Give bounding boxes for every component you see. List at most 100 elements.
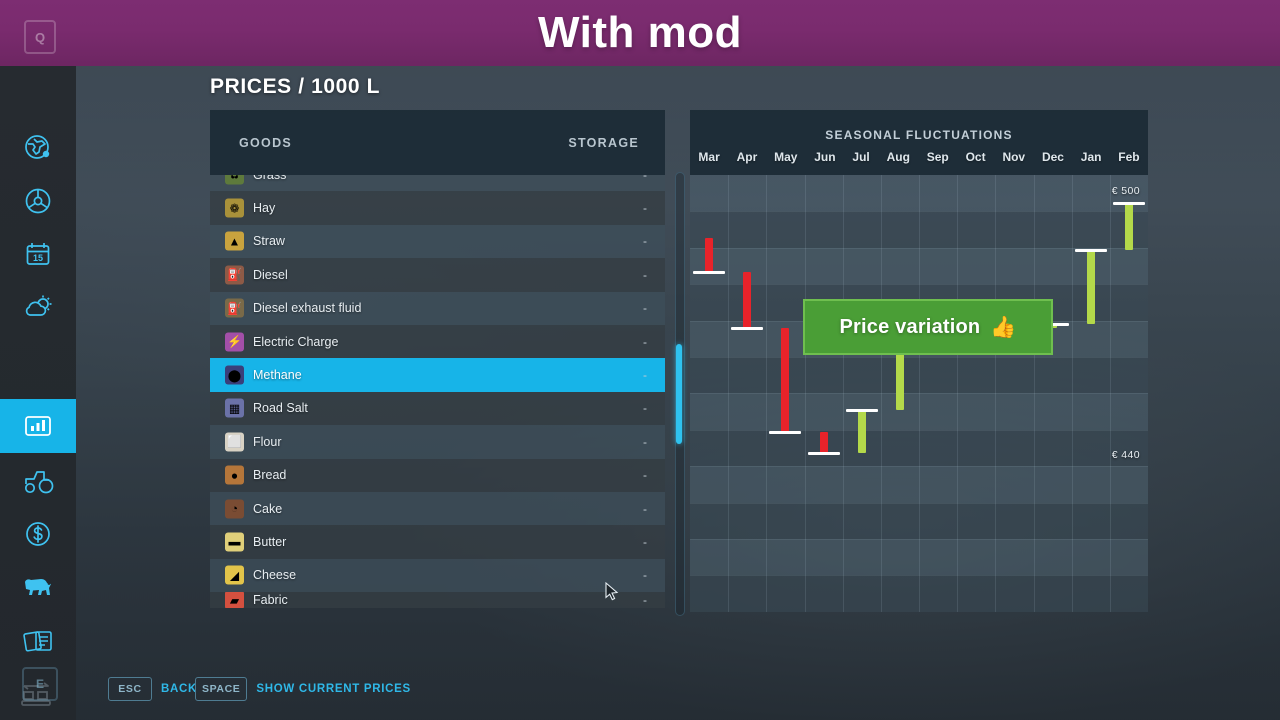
goods-item-icon: ▬ — [225, 532, 244, 552]
chart-title: SEASONAL FLUCTUATIONS — [825, 128, 1013, 142]
goods-item-icon: ⛽ — [225, 265, 244, 285]
sidebar-item-animals[interactable] — [0, 560, 76, 614]
goods-item-storage: - — [643, 334, 647, 349]
goods-item-label: Electric Charge — [253, 334, 339, 349]
chart-panel: SEASONAL FLUCTUATIONS Mar Apr May Jun Jul Aug… — [690, 110, 1148, 612]
goods-item-icon: ⬤ — [225, 365, 244, 385]
month-tick-mar: Mar — [698, 150, 720, 164]
chart-gridline-horizontal — [690, 575, 1148, 577]
goods-item-icon: ▰ — [225, 592, 244, 609]
statistics-icon — [22, 410, 54, 442]
chart-close-marker-mar — [693, 271, 726, 275]
goods-item-label: Straw — [253, 234, 285, 249]
chart-gridline-horizontal — [690, 502, 1148, 504]
goods-item-storage: - — [643, 434, 647, 449]
chart-close-marker-may — [769, 430, 802, 434]
chart-bar-may — [781, 328, 790, 432]
goods-row-cake[interactable]: ◔ Cake - — [210, 491, 665, 526]
goods-item-storage: - — [643, 301, 647, 316]
goods-row-fabric[interactable]: ▰ Fabric - — [210, 592, 665, 609]
goods-item-label: Road Salt — [253, 401, 308, 416]
sidebar-item-vehicles[interactable] — [0, 174, 76, 228]
mouse-cursor — [605, 581, 619, 607]
goods-row-straw[interactable]: ▲ Straw - — [210, 224, 665, 259]
goods-row-electric-charge[interactable]: ⚡ Electric Charge - — [210, 324, 665, 359]
sidebar-item-contracts[interactable] — [0, 613, 76, 667]
tractor-icon — [20, 465, 56, 497]
goods-item-storage: - — [643, 234, 647, 249]
month-tick-dec: Dec — [1041, 150, 1064, 164]
month-tick-sep: Sep — [926, 150, 949, 164]
top-banner: Q With mod — [0, 0, 1280, 66]
steering-wheel-icon — [22, 185, 54, 217]
month-tick-may: May — [774, 150, 798, 164]
chart-bar-mar — [705, 237, 714, 273]
price-label-bottom: € 440 — [1111, 449, 1140, 462]
goods-item-icon: ● — [225, 465, 244, 485]
sidebar-item-weather[interactable] — [0, 280, 76, 334]
goods-item-label: Flour — [253, 434, 282, 449]
price-variation-annotation: Price variation 👍 — [803, 299, 1053, 355]
goods-scrollbar-thumb[interactable] — [676, 344, 682, 444]
month-tick-aug: Aug — [886, 150, 910, 164]
month-tick-jan: Jan — [1080, 150, 1102, 164]
goods-row-diesel[interactable]: ⛽ Diesel - — [210, 258, 665, 292]
chart-gridline-horizontal — [690, 211, 1148, 213]
hotkey-key-space: SPACE — [195, 677, 248, 701]
page-title: PRICES / 1000 L — [210, 75, 381, 98]
goods-row-road-salt[interactable]: ▦ Road Salt - — [210, 391, 665, 426]
goods-item-storage: - — [643, 401, 647, 416]
price-label-top: € 500 — [1111, 185, 1140, 197]
key-hint-e[interactable]: E — [22, 667, 58, 701]
goods-item-label: Hay — [253, 201, 276, 216]
chart-gridline-horizontal — [690, 539, 1148, 540]
month-tick-apr: Apr — [736, 150, 758, 164]
goods-row-bread[interactable]: ● Bread - — [210, 458, 665, 492]
goods-row-grass[interactable]: ✿ Grass - — [210, 175, 665, 192]
goods-item-label: Diesel exhaust fluid — [253, 301, 362, 316]
hotkey-back[interactable]: ESC BACK — [108, 677, 197, 701]
chart-gridline-horizontal — [690, 466, 1148, 468]
goods-item-icon: ◔ — [225, 499, 244, 519]
goods-item-label: Diesel — [253, 267, 288, 282]
hotkey-key-esc: ESC — [108, 677, 152, 701]
sidebar-item-machines[interactable] — [0, 454, 76, 508]
goods-item-icon: ✿ — [225, 175, 244, 185]
goods-row-diesel-exhaust-fluid[interactable]: ⛽ Diesel exhaust fluid - — [210, 291, 665, 325]
sidebar-item-prices[interactable] — [0, 399, 76, 453]
goods-row-cheese[interactable]: ◢ Cheese - — [210, 558, 665, 593]
month-tick-jun: Jun — [814, 150, 836, 164]
chart-close-marker-apr — [731, 327, 764, 331]
goods-row-methane[interactable]: ⬤ Methane - — [210, 358, 665, 392]
chart-bar-jan — [1086, 250, 1095, 324]
goods-panel: GOODS STORAGE ✿ Grass - ❁ Hay - ▲ Straw - ⛽ Diesel… — [210, 110, 665, 612]
goods-row-hay[interactable]: ❁ Hay - — [210, 191, 665, 225]
banner-title: With mod — [538, 8, 742, 57]
goods-item-storage: - — [643, 568, 647, 583]
documents-icon — [21, 624, 55, 656]
goods-item-icon: ▲ — [225, 231, 244, 251]
month-tick-oct: Oct — [965, 150, 986, 164]
thumbs-up-icon: 👍 — [990, 315, 1017, 339]
goods-item-storage: - — [643, 368, 647, 383]
hotkey-bar: ESC BACK SPACE SHOW CURRENT PRICES — [0, 660, 1280, 720]
sidebar-item-map[interactable] — [0, 121, 76, 175]
sidebar-item-finances[interactable] — [0, 507, 76, 561]
goods-item-icon: ⛽ — [225, 298, 244, 318]
goods-item-storage: - — [643, 468, 647, 483]
sidebar-item-calendar[interactable]: 15 — [0, 227, 76, 281]
hotkey-show-current-prices[interactable]: SPACE SHOW CURRENT PRICES — [195, 677, 411, 701]
chart-gridline-horizontal — [690, 357, 1148, 358]
month-tick-feb: Feb — [1118, 150, 1140, 164]
goods-item-label: Butter — [253, 534, 287, 549]
goods-row-butter[interactable]: ▬ Butter - — [210, 525, 665, 559]
chart-bar-feb — [1124, 203, 1133, 251]
goods-row-flour[interactable]: ⬜ Flour - — [210, 425, 665, 459]
column-header-goods: GOODS — [239, 135, 293, 150]
goods-list[interactable]: ✿ Grass - ❁ Hay - ▲ Straw - ⛽ Diesel - ⛽ Diesel exhau… — [210, 175, 665, 612]
hotkey-label-show-prices: SHOW CURRENT PRICES — [256, 683, 411, 695]
goods-item-storage: - — [643, 175, 647, 182]
goods-item-icon: ▦ — [225, 398, 244, 418]
goods-table-header: GOODS STORAGE — [210, 110, 665, 175]
goods-item-label: Bread — [253, 468, 287, 483]
